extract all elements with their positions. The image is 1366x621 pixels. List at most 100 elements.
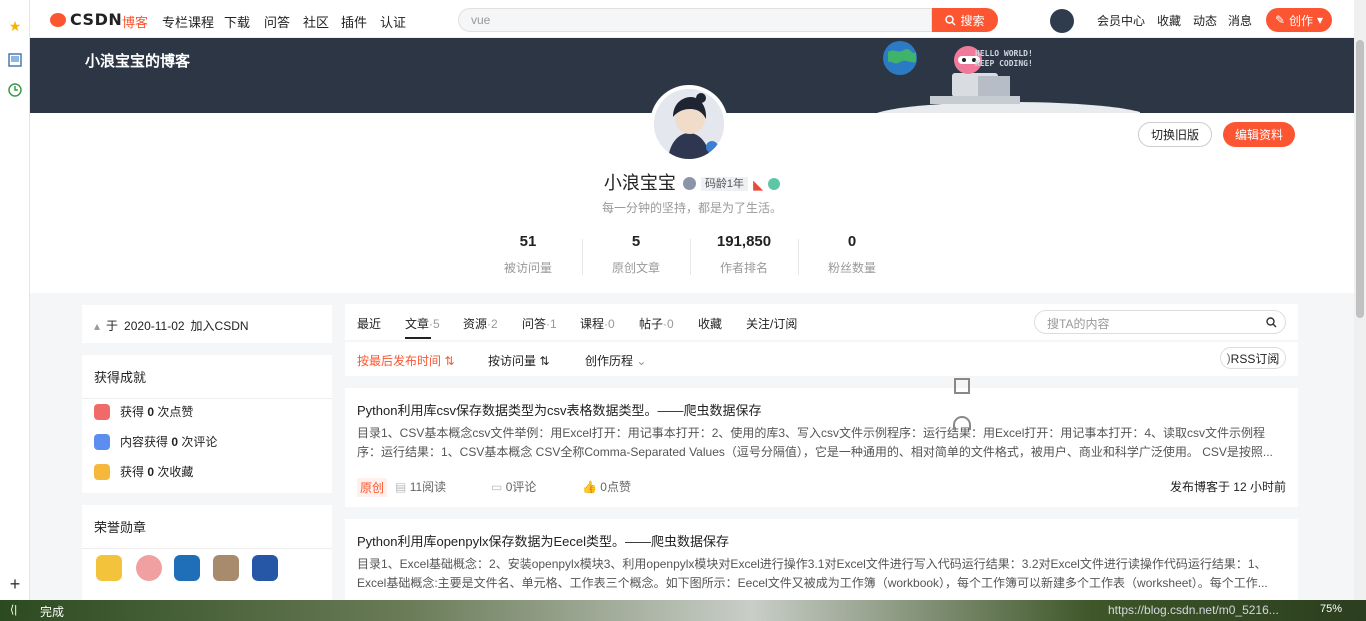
tab-favorites[interactable]: 收藏 [698,315,722,332]
tab-courses[interactable]: 课程·0 [580,315,615,332]
nav-activity[interactable]: 动态 [1193,12,1217,29]
nav-messages[interactable]: 消息 [1228,12,1252,29]
join-date: 2020-11-02 [124,318,185,333]
article-title[interactable]: Python利用库csv保存数据类型为csv表格数据类型。——爬虫数据保存 [357,400,761,419]
floating-toolbar [948,374,978,444]
article-title[interactable]: Python利用库openpylx保存数据为Eecel类型。——爬虫数据保存 [357,531,729,550]
tab-recent[interactable]: 最近 [357,315,381,332]
collapse-icon[interactable]: ⟨| [10,603,17,616]
tab-posts[interactable]: 帖子·0 [639,315,674,332]
tab-articles[interactable]: 文章·5 [405,315,440,332]
code-age-badge: 码龄1年 [700,177,749,191]
sort-bar: 按最后发布时间 ⇅ 按访问量 ⇅ 创作历程 ⌄ ) RSS订阅 [345,342,1298,376]
medal-icon[interactable] [136,555,162,581]
nav-member-center[interactable]: 会员中心 [1097,12,1145,29]
search-input[interactable]: vue [458,8,932,32]
sort-arrows-icon: ⇅ [539,354,550,368]
browser-sidebar: ★ + [0,0,30,600]
top-navigation: CSDN 博客 专栏课程 下载 问答 社区 插件 认证 vue 搜索 会员中心 … [30,0,1354,38]
profile-avatar[interactable] [650,85,728,163]
article-description: 目录1、Excel基础概念：2、安装openpylx模块3、利用openpylx… [357,557,1268,590]
headset-icon[interactable] [953,416,971,430]
switch-old-version-button[interactable]: 切换旧版 [1138,122,1212,147]
username: 小浪宝宝 [603,173,676,193]
nav-blog[interactable]: 博客 [122,12,148,31]
csdn-logo[interactable]: CSDN [50,10,122,29]
hello-world-text: HELLO WORLD! KEEP CODING! [975,49,1033,68]
achievement-favorites: 获得 0 次收藏 [94,463,193,480]
favorites-star-icon[interactable]: ★ [5,16,25,36]
tab-qa[interactable]: 问答·1 [522,315,557,332]
article-item[interactable]: Python利用库openpylx保存数据为Eecel类型。——爬虫数据保存 目… [345,519,1298,600]
article-description: 目录1、CSV基本概念csv文件举例：用Excel打开：用记事本打开：2、使用的… [357,426,1273,459]
active-tab-indicator [405,337,431,339]
profile-motto: 每一分钟的坚持，都是为了生活。 [601,201,782,215]
user-content-search-input[interactable]: 搜TA的内容 [1034,310,1286,334]
article-comments: ▭ 0评论 [491,480,537,494]
blogger-icon [768,178,781,190]
achievement-comments: 内容获得 0 次评论 [94,433,217,450]
scrollbar-thumb[interactable] [1356,40,1364,318]
search-icon [945,14,957,26]
nav-download[interactable]: 下载 [224,12,250,31]
medals-title: 荣誉勋章 [82,505,332,549]
stat-articles[interactable]: 5 原创文章 [582,233,690,276]
add-plus-icon[interactable]: + [5,574,25,594]
stat-rank: 191,850 作者排名 [716,233,772,275]
article-published-time: 发布博客于 12 小时前 [1169,480,1286,494]
pen-icon: ✎ [1274,13,1285,27]
medals-card: 荣誉勋章 [82,505,332,600]
nav-qa[interactable]: 问答 [264,12,290,31]
stat-visits: 51 被访问量 [503,233,552,275]
nav-community[interactable]: 社区 [303,12,329,31]
status-text: 完成 [40,605,65,619]
article-views: ▤ 11阅读 [395,480,447,494]
join-info-card: ▴ 于 2020-11-02 加入CSDN [82,305,332,343]
medal-icon[interactable] [174,555,200,581]
medal-icon[interactable] [252,555,278,581]
qr-code-icon[interactable] [954,378,970,394]
tab-resources[interactable]: 资源·2 [463,315,498,332]
nav-favorites[interactable]: 收藏 [1157,12,1181,29]
rss-subscribe-button[interactable]: ) RSS订阅 [1220,347,1286,369]
create-button[interactable]: ✎ 创作 ▾ [1266,8,1332,32]
chevron-down-icon: ⌄ [636,354,647,368]
nav-plugins[interactable]: 插件 [341,12,367,31]
tab-following[interactable]: 关注/订阅 [746,315,797,332]
edit-profile-button[interactable]: 编辑资料 [1223,122,1295,147]
browser-status-bar: ⟨| 完成 https://blog.csdn.net/m0_5216... 7… [0,600,1366,621]
like-icon: 👍 [582,480,597,494]
user-avatar[interactable] [1050,9,1074,33]
zoom-level[interactable]: 75% [1320,603,1342,615]
views-icon: ▤ [395,480,407,494]
search-button[interactable]: 搜索 [932,8,998,32]
comment-icon: ▭ [491,480,503,494]
achievements-title: 获得成就 [82,355,332,399]
sort-by-views[interactable]: 按访问量 ⇅ [488,352,549,369]
reading-list-icon[interactable] [5,50,25,70]
logo-mark-icon [50,12,66,27]
blog-title: 小浪宝宝的博客 [85,53,191,70]
achievements-card: 获得成就 获得 0 次点赞 内容获得 0 次评论 获得 0 次收藏 [82,355,332,493]
achievement-likes: 获得 0 次点赞 [94,403,193,420]
history-clock-icon[interactable] [5,80,25,100]
medal-icon[interactable] [213,555,239,581]
search-icon[interactable] [1266,317,1277,328]
content-tabs: 最近 文章·5 资源·2 问答·1 课程·0 帖子·0 收藏 关注/订阅 搜TA… [345,304,1298,340]
level-icon [682,177,696,190]
flag-icon: ◣ [753,177,764,192]
status-url: https://blog.csdn.net/m0_5216... [1108,603,1279,617]
nav-courses[interactable]: 专栏课程 [162,12,214,31]
stat-fans[interactable]: 0 粉丝数量 [798,233,906,276]
creation-history-dropdown[interactable]: 创作历程 ⌄ [585,352,646,369]
join-icon: ▴ [94,318,101,333]
medal-icon[interactable] [96,555,122,581]
sort-by-time[interactable]: 按最后发布时间 ⇅ [357,352,454,369]
avatar-image [654,89,724,159]
favorite-badge-icon [94,463,110,480]
comment-badge-icon [94,433,110,450]
like-badge-icon [94,403,110,420]
article-item[interactable]: Python利用库csv保存数据类型为csv表格数据类型。——爬虫数据保存 目录… [345,388,1298,507]
nav-certification[interactable]: 认证 [380,12,406,31]
article-likes: 👍 0点赞 [582,480,631,494]
